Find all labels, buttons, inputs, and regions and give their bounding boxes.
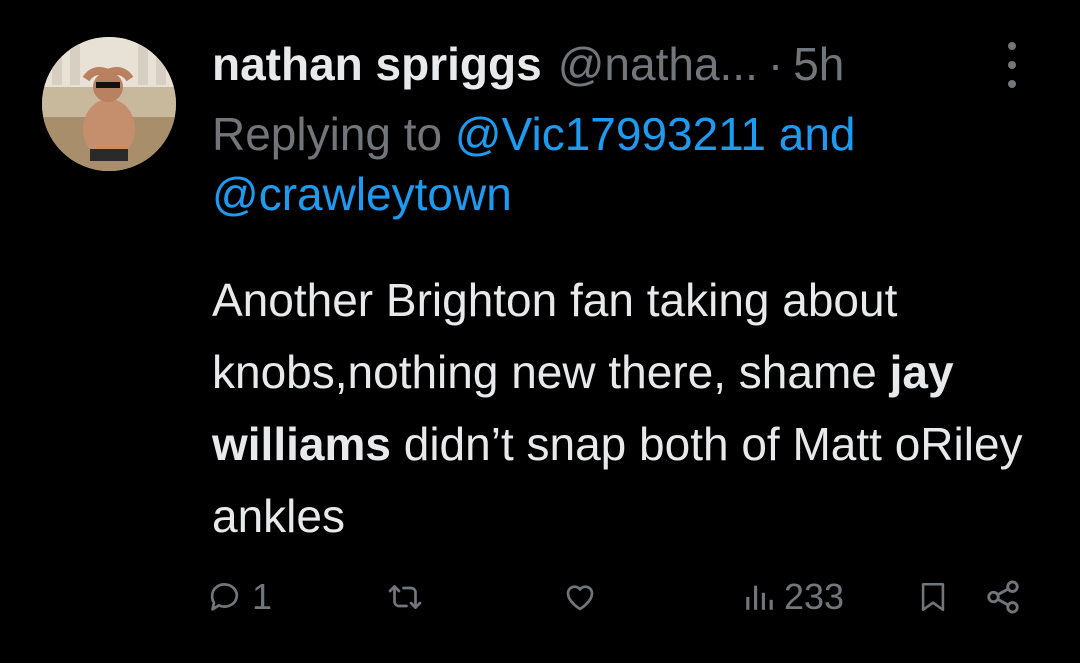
repost-icon — [386, 579, 424, 615]
share-button[interactable] — [984, 570, 1022, 624]
repost-button[interactable] — [386, 570, 432, 624]
more-dot — [1008, 80, 1016, 88]
views-count: 233 — [784, 576, 845, 617]
views-icon — [742, 579, 776, 615]
like-button[interactable] — [561, 570, 607, 624]
reply-button[interactable]: 1 — [208, 570, 272, 624]
views-button[interactable]: 233 — [742, 570, 844, 624]
more-icon[interactable] — [1000, 42, 1024, 88]
tweet-text: Another Brighton fan taking about knobs,… — [212, 264, 1032, 552]
replying-to-label: Replying to — [212, 108, 455, 160]
bookmark-icon — [916, 578, 950, 616]
share-icon — [984, 578, 1022, 616]
reply-count: 1 — [252, 576, 273, 617]
tweet-text-part1: Another Brighton fan taking about knobs,… — [212, 274, 898, 398]
avatar[interactable] — [42, 37, 176, 171]
author-name[interactable]: nathan spriggs — [212, 34, 542, 94]
more-dot — [1008, 42, 1016, 50]
separator-dot: · — [767, 38, 784, 90]
action-bar: 1 233 — [0, 570, 1080, 624]
replying-to: Replying to @Vic17993211 and @crawleytow… — [212, 104, 1032, 224]
heart-icon — [561, 579, 599, 615]
mention-vic17993211[interactable]: @Vic17993211 — [455, 108, 766, 160]
author-handle[interactable]: @natha... — [558, 34, 758, 94]
reply-icon — [208, 579, 244, 615]
bookmark-button[interactable] — [916, 570, 950, 624]
mention-crawleytown[interactable]: @crawleytown — [212, 168, 512, 220]
timestamp[interactable]: 5h — [793, 34, 844, 94]
mention-and[interactable]: and — [766, 108, 856, 160]
tweet-header: nathan spriggs @natha... · 5h — [212, 34, 844, 94]
more-dot — [1008, 61, 1016, 69]
